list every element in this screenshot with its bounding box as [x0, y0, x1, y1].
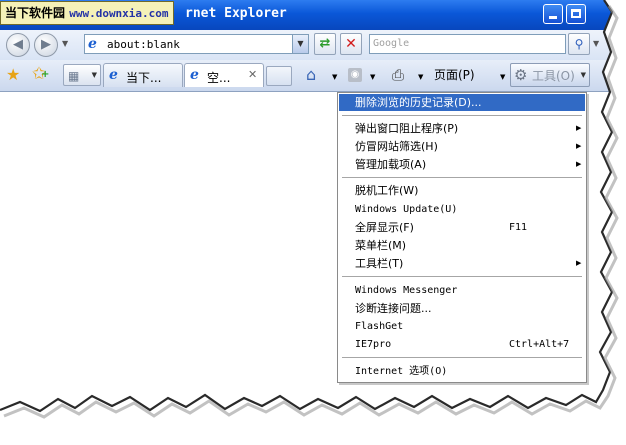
menu-separator [342, 357, 582, 358]
back-button[interactable]: ◀ [6, 33, 30, 57]
forward-button[interactable]: ▶ [34, 33, 58, 57]
tab-blank-active[interactable]: e 空... ✕ [184, 63, 264, 87]
refresh-button[interactable]: ⇄ [314, 33, 336, 55]
site-watermark: 当下软件园 www.downxia.com [0, 1, 174, 25]
tools-dropdown-arrow: ▼ [580, 71, 586, 79]
submenu-arrow-icon: ▶ [576, 142, 582, 150]
tab-list-dropdown[interactable]: ▼ [92, 71, 97, 79]
quick-tabs-button[interactable]: ▦ ▼ [63, 64, 101, 86]
menu-item-label: 工具栏(T) [355, 257, 404, 270]
ie-tab-icon: e [190, 67, 199, 83]
home-icon[interactable]: ⌂ [306, 65, 316, 85]
menu-item-label: 弹出窗口阻止程序(P) [355, 122, 459, 135]
recent-pages-dropdown[interactable]: ▼ [62, 39, 68, 48]
tools-label: 工具(O) [532, 69, 575, 83]
maximize-button[interactable] [566, 4, 586, 24]
menu-item-menu-bar[interactable]: 菜单栏(M) [339, 237, 585, 254]
menu-separator [342, 177, 582, 178]
menu-item-internet-options[interactable]: Internet 选项(O) [339, 363, 585, 380]
menu-item-label: 诊断连接问题... [355, 302, 432, 315]
menu-item-label: Internet 选项(O) [355, 366, 448, 377]
watermark-site: 当下软件园 [5, 6, 66, 20]
submenu-arrow-icon: ▶ [576, 124, 582, 132]
stop-icon: ✕ [345, 36, 357, 52]
refresh-icon: ⇄ [319, 36, 331, 51]
search-input[interactable]: Google [369, 34, 566, 54]
url-field[interactable]: e about:blank ▼ [84, 34, 309, 54]
menu-item-windows-messenger[interactable]: Windows Messenger [339, 282, 585, 299]
quick-tabs-icon: ▦ [68, 69, 80, 83]
menu-item-shortcut: Ctrl+Alt+7 [509, 339, 570, 350]
search-button[interactable]: ⚲ [568, 33, 590, 55]
page-menu-button[interactable]: 页面(P) [434, 65, 475, 85]
url-dropdown-button[interactable]: ▼ [292, 35, 308, 53]
menu-item-label: 脱机工作(W) [355, 184, 419, 197]
menu-item-label: 仿冒网站筛选(H) [355, 140, 438, 153]
search-options-dropdown[interactable]: ▼ [593, 39, 599, 48]
gear-icon: ⚙ [514, 66, 528, 84]
menu-item-full-screen[interactable]: 全屏显示(F) F11 [339, 219, 585, 236]
minimize-icon [549, 16, 557, 19]
window-title: rnet Explorer [185, 6, 287, 21]
menu-item-windows-update[interactable]: Windows Update(U) [339, 201, 585, 218]
feeds-icon[interactable]: ◉ [348, 68, 362, 82]
search-icon: ⚲ [574, 37, 584, 51]
submenu-arrow-icon: ▶ [576, 160, 582, 168]
back-arrow-icon: ◀ [13, 37, 23, 52]
menu-item-flashget[interactable]: FlashGet [339, 318, 585, 335]
menu-item-label: 菜单栏(M) [355, 239, 407, 252]
menu-item-label: Windows Update(U) [355, 204, 458, 215]
address-bar: ◀ ▶ ▼ e about:blank ▼ ⇄ ✕ Google ⚲ ▼ [0, 30, 626, 60]
tab-bar: ★ ✩ + ▦ ▼ e 当下... e 空... ✕ ⌂ ▼ ◉ ▼ ⎙ ▼ 页面… [0, 60, 626, 92]
minimize-button[interactable] [543, 4, 563, 24]
ie-page-icon: e [88, 36, 97, 52]
menu-item-label: IE7pro [355, 339, 392, 350]
home-dropdown[interactable]: ▼ [332, 67, 337, 87]
print-dropdown[interactable]: ▼ [418, 67, 423, 87]
menu-item-label: 删除浏览的历史记录(D)... [355, 96, 482, 109]
menu-item-diagnose-connection[interactable]: 诊断连接问题... [339, 300, 585, 317]
menu-item-delete-history[interactable]: 删除浏览的历史记录(D)... [339, 94, 585, 111]
menu-separator [342, 276, 582, 277]
menu-item-toolbars[interactable]: 工具栏(T) ▶ [339, 255, 585, 272]
tab-label: 空... [207, 71, 231, 85]
watermark-url: www.downxia.com [69, 7, 169, 20]
tools-menu: 删除浏览的历史记录(D)... 弹出窗口阻止程序(P) ▶ 仿冒网站筛选(H) … [337, 92, 587, 383]
maximize-icon [571, 9, 581, 18]
url-text[interactable]: about:blank [107, 38, 180, 51]
feeds-dropdown[interactable]: ▼ [370, 67, 375, 87]
menu-item-ie7pro[interactable]: IE7pro Ctrl+Alt+7 [339, 336, 585, 353]
tab-downxia[interactable]: e 当下... [103, 63, 183, 87]
new-tab-button[interactable] [266, 66, 292, 86]
stop-button[interactable]: ✕ [340, 33, 362, 55]
menu-item-label: FlashGet [355, 321, 404, 332]
menu-item-label: 全屏显示(F) [355, 221, 414, 234]
search-placeholder: Google [373, 38, 410, 49]
menu-item-shortcut: F11 [509, 222, 528, 233]
menu-item-work-offline[interactable]: 脱机工作(W) [339, 182, 585, 199]
tab-label: 当下... [126, 71, 162, 85]
page-dropdown[interactable]: ▼ [500, 67, 505, 87]
menu-item-manage-addons[interactable]: 管理加载项(A) ▶ [339, 156, 585, 173]
menu-item-popup-blocker[interactable]: 弹出窗口阻止程序(P) ▶ [339, 120, 585, 137]
submenu-arrow-icon: ▶ [576, 259, 582, 267]
menu-separator [342, 115, 582, 116]
print-icon[interactable]: ⎙ [392, 65, 404, 85]
title-bar: rnet Explorer 当下软件园 www.downxia.com [0, 0, 626, 30]
add-favorites-icon[interactable]: ✩ + [32, 64, 49, 84]
menu-item-phishing-filter[interactable]: 仿冒网站筛选(H) ▶ [339, 138, 585, 155]
close-tab-icon[interactable]: ✕ [248, 68, 257, 81]
menu-item-label: 管理加载项(A) [355, 158, 427, 171]
menu-item-label: Windows Messenger [355, 285, 458, 296]
tools-menu-button[interactable]: ⚙ 工具(O) ▼ [510, 63, 590, 87]
forward-arrow-icon: ▶ [41, 37, 51, 52]
ie-tab-icon: e [109, 67, 118, 83]
favorites-star-icon[interactable]: ★ [6, 65, 20, 84]
